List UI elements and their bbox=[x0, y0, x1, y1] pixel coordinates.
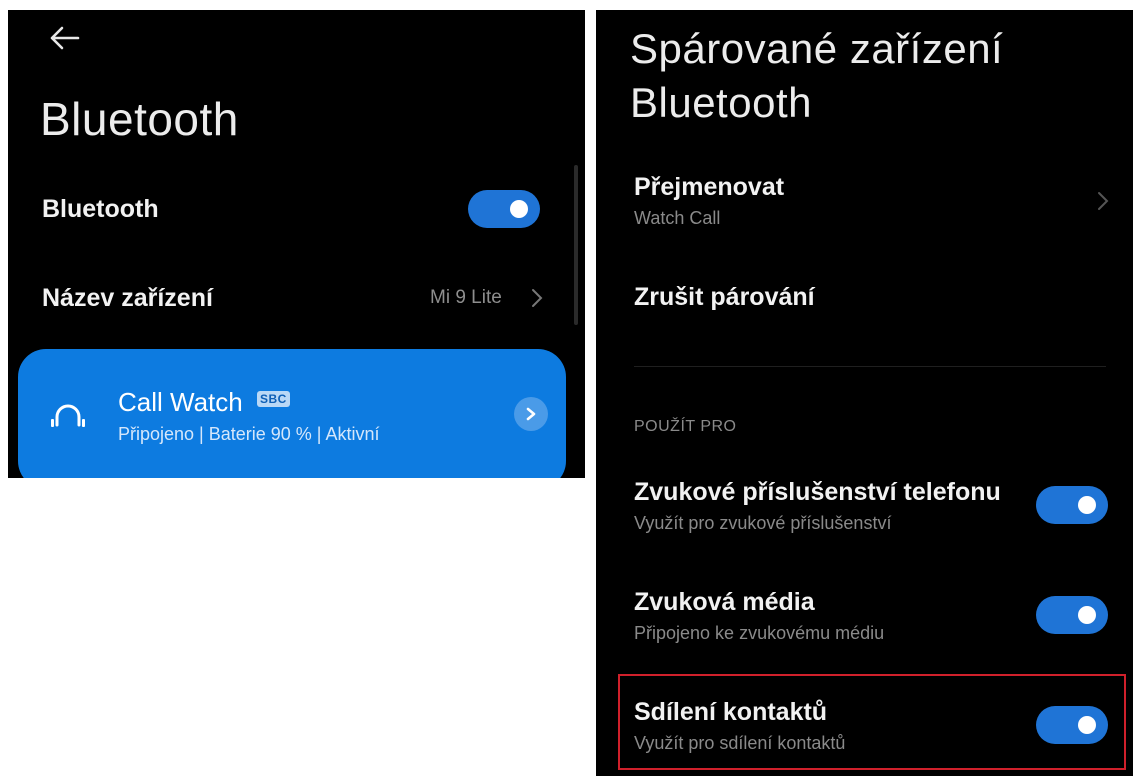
audio-accessory-subtitle: Využít pro zvukové příslušenství bbox=[634, 513, 892, 533]
headset-icon bbox=[51, 404, 85, 427]
chevron-right-icon bbox=[532, 289, 543, 307]
toggle-knob bbox=[1078, 496, 1096, 514]
bluetooth-toggle-label: Bluetooth bbox=[42, 195, 159, 223]
device-name-label[interactable]: Název zařízení bbox=[42, 284, 213, 313]
device-details-button[interactable] bbox=[514, 397, 548, 431]
device-name-value: Mi 9 Lite bbox=[430, 287, 502, 308]
rename-value: Watch Call bbox=[634, 208, 721, 228]
toggle-knob bbox=[1078, 716, 1096, 734]
page-title: Bluetooth bbox=[40, 93, 239, 145]
toggle-knob bbox=[510, 200, 528, 218]
chevron-right-icon bbox=[526, 407, 536, 421]
unpair-button[interactable]: Zrušit párování bbox=[634, 283, 815, 312]
audio-accessory-toggle[interactable] bbox=[1036, 486, 1108, 524]
paired-device-screen: Spárované zařízení Bluetooth Přejmenovat… bbox=[596, 10, 1133, 776]
contact-sharing-label: Sdílení kontaktů bbox=[634, 698, 828, 726]
media-audio-subtitle: Připojeno ke zvukovému médiu bbox=[634, 623, 885, 643]
page-title: Spárované zařízení Bluetooth bbox=[630, 25, 1004, 126]
device-status: Připojeno | Baterie 90 % | Aktivní bbox=[118, 424, 380, 444]
rename-label[interactable]: Přejmenovat bbox=[634, 173, 784, 202]
toggle-knob bbox=[1078, 606, 1096, 624]
back-arrow-icon[interactable] bbox=[44, 20, 84, 56]
bluetooth-toggle[interactable] bbox=[468, 190, 540, 228]
audio-accessory-label: Zvukové příslušenství telefonu bbox=[634, 478, 1001, 506]
paired-device-card[interactable]: Call Watch SBC Připojeno | Baterie 90 % … bbox=[18, 349, 566, 478]
section-header: POUŽÍT PRO bbox=[634, 418, 737, 435]
device-name: Call Watch bbox=[118, 387, 243, 417]
codec-badge: SBC bbox=[257, 391, 290, 407]
scrollbar[interactable] bbox=[574, 165, 578, 325]
media-audio-label: Zvuková média bbox=[634, 588, 815, 616]
divider bbox=[634, 366, 1106, 367]
contact-sharing-toggle[interactable] bbox=[1036, 706, 1108, 744]
contact-sharing-subtitle: Využít pro sdílení kontaktů bbox=[634, 733, 846, 753]
chevron-right-icon bbox=[1098, 192, 1109, 210]
bluetooth-settings-screen: Bluetooth Bluetooth Název zařízení Mi 9 … bbox=[8, 10, 585, 478]
media-audio-toggle[interactable] bbox=[1036, 596, 1108, 634]
